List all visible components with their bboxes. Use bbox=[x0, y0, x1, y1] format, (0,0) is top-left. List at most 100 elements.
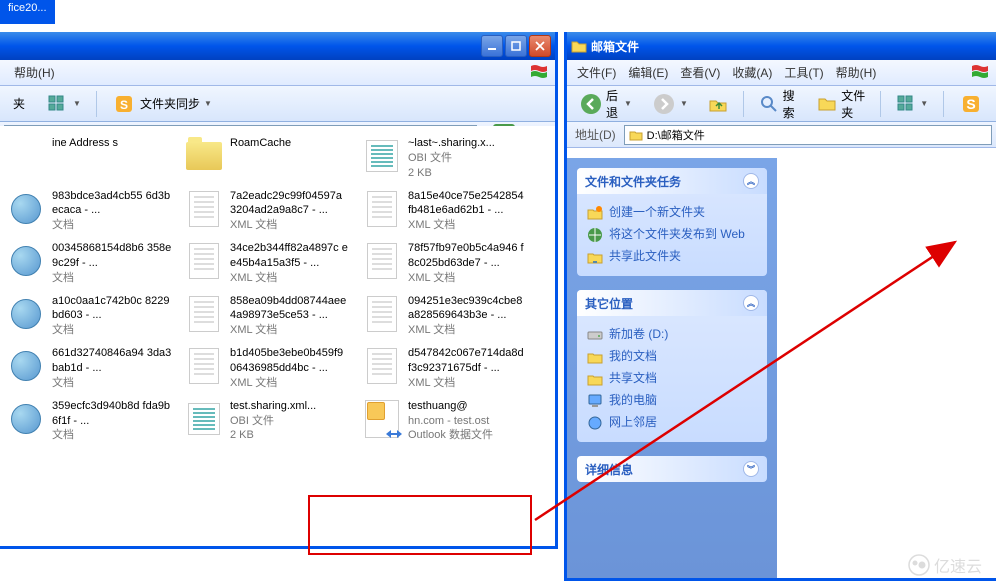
file-label: ine Address s bbox=[52, 136, 118, 151]
titlebar[interactable]: 邮箱文件 bbox=[567, 32, 996, 60]
file-label: 7a2eadc29c99f04597a 3204ad2a9a8c7 - ...X… bbox=[230, 189, 350, 234]
share-icon bbox=[587, 249, 603, 265]
task-new-folder[interactable]: 创建一个新文件夹 bbox=[587, 202, 757, 224]
file-label: testhuang@hn.com - test.ostOutlook 数据文件 bbox=[408, 399, 493, 444]
file-item[interactable]: RoamCache bbox=[178, 132, 356, 185]
file-label: 34ce2b344ff82a4897c ee45b4a15a3f5 - ...X… bbox=[230, 241, 350, 286]
toolbar: 夹 ▼ S 文件夹同步 ▼ bbox=[0, 86, 555, 122]
file-item[interactable]: testhuang@hn.com - test.ostOutlook 数据文件 bbox=[356, 395, 534, 448]
sync-button[interactable]: S bbox=[952, 88, 990, 120]
task-publish-web[interactable]: 将这个文件夹发布到 Web bbox=[587, 224, 757, 246]
search-label: 搜索 bbox=[783, 87, 798, 121]
file-item[interactable]: 00345868154d8b6 358e9c29f - ...文档 bbox=[0, 237, 178, 290]
views-button[interactable]: ▼ bbox=[38, 88, 88, 120]
file-item[interactable]: 983bdce3ad4cb55 6d3becaca - ...文档 bbox=[0, 185, 178, 238]
svg-text:S: S bbox=[120, 98, 128, 112]
file-item[interactable]: 8a15e40ce75e2542854 fb481e6ad62b1 - ...X… bbox=[356, 185, 534, 238]
task-group-header[interactable]: 详细信息 ︾ bbox=[577, 456, 767, 482]
task-group-file-folder: 文件和文件夹任务 ︽ 创建一个新文件夹 将这个文件夹发布到 Web 共享此文件夹 bbox=[577, 168, 767, 276]
views-button-fragment[interactable]: 夹 bbox=[6, 91, 32, 116]
toolbar: 后退 ▼ ▼ 搜索 文件夹 ▼ S bbox=[567, 86, 996, 122]
up-folder-icon bbox=[708, 94, 728, 114]
file-item[interactable]: 34ce2b344ff82a4897c ee45b4a15a3f5 - ...X… bbox=[178, 237, 356, 290]
back-button[interactable]: 后退 ▼ bbox=[573, 83, 639, 125]
menu-help[interactable]: 帮助(H) bbox=[830, 62, 883, 83]
search-icon bbox=[759, 94, 779, 114]
task-group-header[interactable]: 文件和文件夹任务 ︽ bbox=[577, 168, 767, 194]
file-label: 8a15e40ce75e2542854 fb481e6ad62b1 - ...X… bbox=[408, 189, 528, 234]
file-icon bbox=[6, 294, 46, 334]
label: 夹 bbox=[13, 95, 25, 112]
separator bbox=[880, 91, 881, 117]
folders-button[interactable]: 文件夹 bbox=[810, 83, 872, 125]
menu-file[interactable]: 文件(F) bbox=[571, 62, 622, 83]
collapse-icon[interactable]: ︽ bbox=[743, 173, 759, 189]
up-button[interactable] bbox=[701, 90, 735, 118]
file-item[interactable]: a10c0aa1c742b0c 8229bd603 - ...文档 bbox=[0, 290, 178, 343]
separator bbox=[943, 91, 944, 117]
back-label: 后退 bbox=[606, 87, 620, 121]
windows-flag-icon bbox=[529, 64, 551, 82]
folders-label: 文件夹 bbox=[841, 87, 865, 121]
collapse-icon[interactable]: ︽ bbox=[743, 295, 759, 311]
titlebar[interactable] bbox=[0, 32, 555, 60]
file-item[interactable]: 094251e3ec939c4cbe8 a828569643b3e - ...X… bbox=[356, 290, 534, 343]
place-shared-docs[interactable]: 共享文档 bbox=[587, 368, 757, 390]
file-label: a10c0aa1c742b0c 8229bd603 - ...文档 bbox=[52, 294, 172, 339]
file-label: 858ea09b4dd08744aee 4a98973e5ce53 - ...X… bbox=[230, 294, 350, 339]
documents-icon bbox=[587, 349, 603, 365]
place-drive-d[interactable]: 新加卷 (D:) bbox=[587, 324, 757, 346]
tasks-sidebar: 文件和文件夹任务 ︽ 创建一个新文件夹 将这个文件夹发布到 Web 共享此文件夹… bbox=[567, 158, 777, 578]
file-label: 983bdce3ad4cb55 6d3becaca - ...文档 bbox=[52, 189, 172, 234]
task-group-details: 详细信息 ︾ bbox=[577, 456, 767, 482]
file-item[interactable]: d547842c067e714da8d f3c92371675df - ...X… bbox=[356, 342, 534, 395]
file-item[interactable]: ine Address s bbox=[0, 132, 178, 185]
menu-help[interactable]: 帮助(H) bbox=[8, 62, 61, 83]
file-item[interactable]: 661d32740846a94 3da3bab1d - ...文档 bbox=[0, 342, 178, 395]
close-button[interactable] bbox=[529, 35, 551, 57]
place-my-documents[interactable]: 我的文档 bbox=[587, 346, 757, 368]
file-item[interactable]: b1d405be3ebe0b459f9 06436985dd4bc - ...X… bbox=[178, 342, 356, 395]
task-group-header[interactable]: 其它位置 ︽ bbox=[577, 290, 767, 316]
file-item[interactable]: 78f57fb97e0b5c4a946 f8c025bd63de7 - ...X… bbox=[356, 237, 534, 290]
menu-tools[interactable]: 工具(T) bbox=[778, 62, 829, 83]
menu-view[interactable]: 查看(V) bbox=[674, 62, 726, 83]
chevron-down-icon: ▼ bbox=[624, 99, 632, 108]
separator bbox=[743, 91, 744, 117]
place-my-computer[interactable]: 我的电脑 bbox=[587, 390, 757, 412]
chevron-down-icon: ▼ bbox=[680, 99, 688, 108]
sync-icon: S bbox=[112, 92, 136, 116]
back-icon bbox=[580, 92, 602, 116]
views-button[interactable]: ▼ bbox=[889, 90, 935, 118]
task-group-other-places: 其它位置 ︽ 新加卷 (D:) 我的文档 共享文档 我的电脑 网上邻居 bbox=[577, 290, 767, 442]
file-pane[interactable]: ine Address s RoamCache ~last~.sharing.x..… bbox=[0, 126, 555, 546]
file-label: ~last~.sharing.x...OBI 文件2 KB bbox=[408, 136, 495, 181]
views-icon bbox=[896, 94, 916, 114]
maximize-button[interactable] bbox=[505, 35, 527, 57]
file-icon bbox=[184, 294, 224, 334]
menu-edit[interactable]: 编辑(E) bbox=[622, 62, 674, 83]
file-item[interactable]: test.sharing.xml...OBI 文件2 KB bbox=[178, 395, 356, 448]
file-item[interactable]: 359ecfc3d940b8d fda9b6f1f - ...文档 bbox=[0, 395, 178, 448]
computer-icon bbox=[587, 393, 603, 409]
file-item[interactable]: 858ea09b4dd08744aee 4a98973e5ce53 - ...X… bbox=[178, 290, 356, 343]
chevron-down-icon: ▼ bbox=[920, 99, 928, 108]
task-group-title: 其它位置 bbox=[585, 295, 633, 312]
place-network[interactable]: 网上邻居 bbox=[587, 412, 757, 434]
file-item[interactable]: 7a2eadc29c99f04597a 3204ad2a9a8c7 - ...X… bbox=[178, 185, 356, 238]
search-button[interactable]: 搜索 bbox=[752, 83, 805, 125]
forward-icon bbox=[652, 92, 676, 116]
sync-label: 文件夹同步 bbox=[140, 95, 200, 112]
file-icon bbox=[362, 189, 402, 229]
sync-button[interactable]: S 文件夹同步 ▼ bbox=[105, 88, 219, 120]
folder-icon bbox=[571, 38, 587, 54]
task-share-folder[interactable]: 共享此文件夹 bbox=[587, 246, 757, 268]
minimize-button[interactable] bbox=[481, 35, 503, 57]
address-input[interactable]: D:\邮箱文件 bbox=[624, 125, 992, 145]
menu-favorites[interactable]: 收藏(A) bbox=[726, 62, 778, 83]
forward-button[interactable]: ▼ bbox=[645, 88, 695, 120]
shared-docs-icon bbox=[587, 371, 603, 387]
expand-icon[interactable]: ︾ bbox=[743, 461, 759, 477]
file-item[interactable]: ~last~.sharing.x...OBI 文件2 KB bbox=[356, 132, 534, 185]
file-pane[interactable] bbox=[777, 158, 996, 578]
